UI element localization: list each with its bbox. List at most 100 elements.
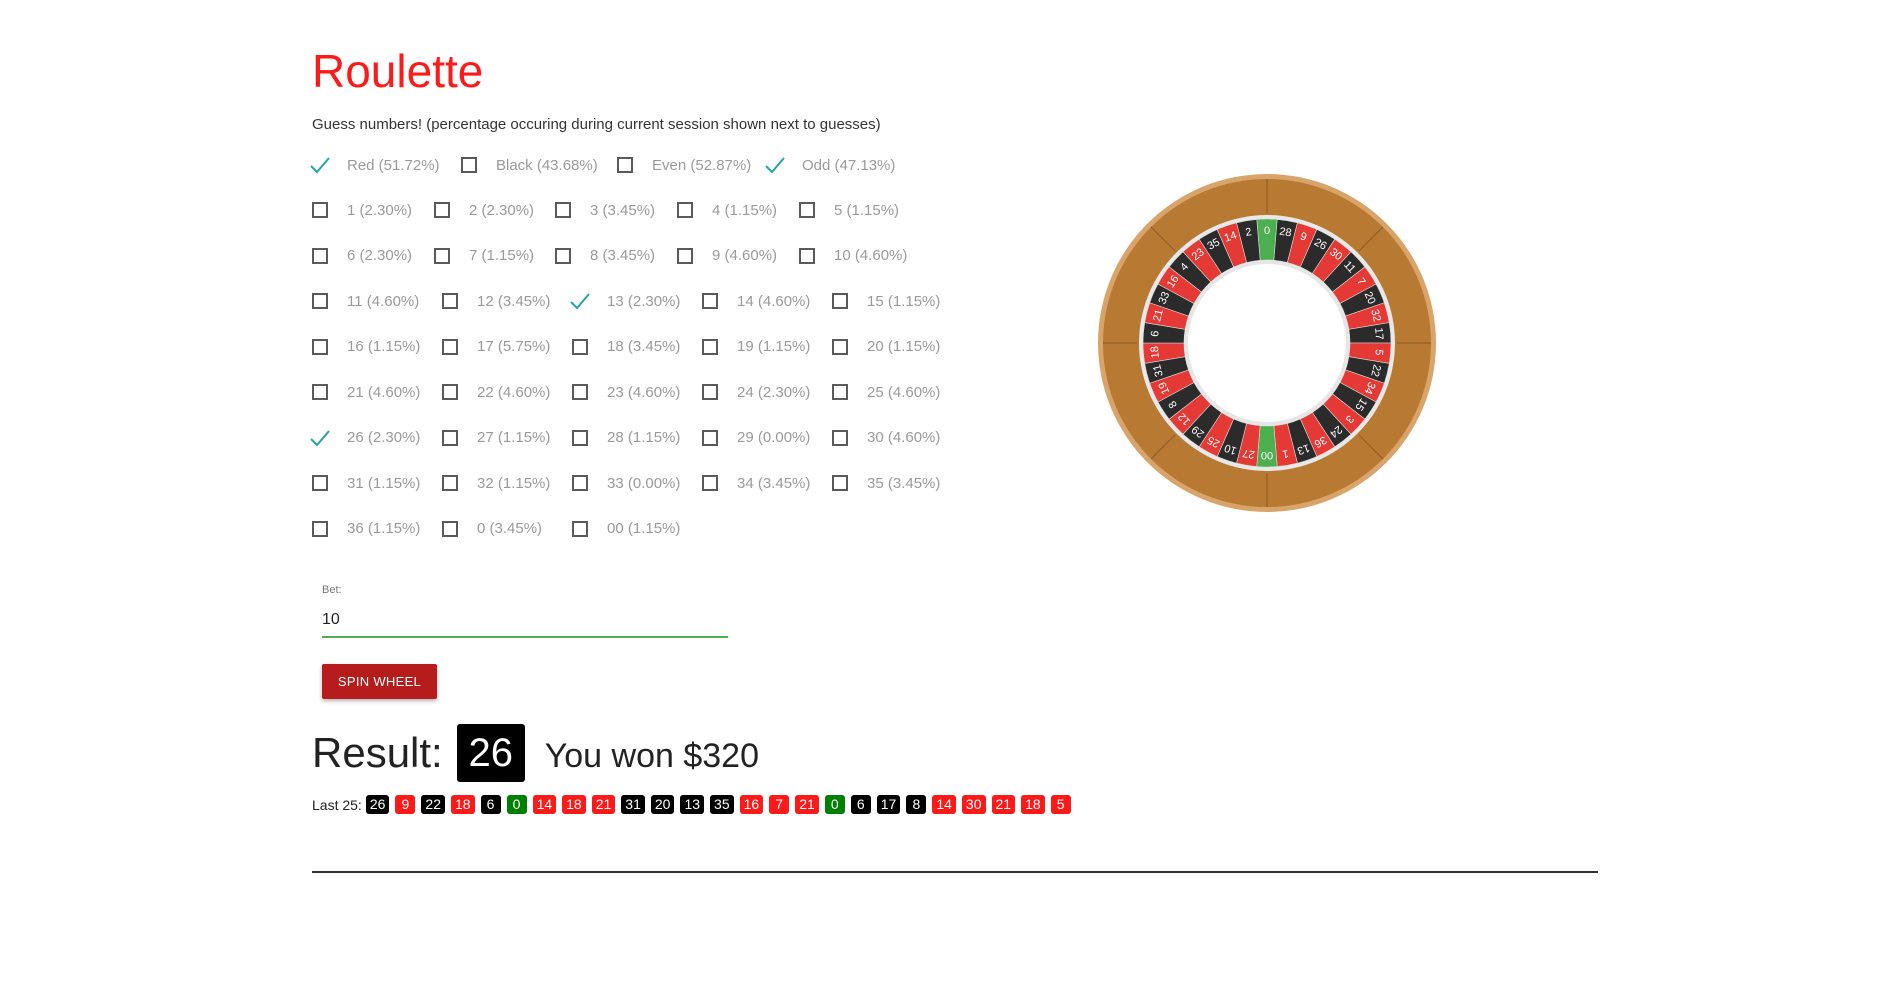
guess-label: 27 (1.15%) xyxy=(477,429,551,446)
checkbox[interactable] xyxy=(799,247,815,264)
bet-input[interactable] xyxy=(322,604,728,638)
checkbox[interactable] xyxy=(702,338,718,355)
checkbox[interactable] xyxy=(572,429,588,446)
guess-option[interactable]: 23 (4.60%) xyxy=(572,377,680,407)
checkmark-icon[interactable] xyxy=(764,155,786,175)
guess-option[interactable]: 27 (1.15%) xyxy=(442,423,550,453)
checkbox[interactable] xyxy=(442,429,458,446)
checkbox[interactable] xyxy=(702,384,718,400)
checkbox[interactable] xyxy=(442,475,458,491)
guess-option[interactable]: 8 (3.45%) xyxy=(555,241,655,271)
guess-option[interactable]: 31 (1.15%) xyxy=(312,468,420,498)
guess-option[interactable]: 30 (4.60%) xyxy=(832,423,940,453)
checkmark-icon[interactable] xyxy=(309,428,331,448)
guess-label: 5 (1.15%) xyxy=(834,201,900,219)
checkbox[interactable] xyxy=(434,247,450,264)
guess-option[interactable]: 6 (2.30%) xyxy=(312,241,412,271)
checkbox[interactable] xyxy=(442,338,458,355)
guess-option[interactable]: 11 (4.60%) xyxy=(312,286,419,316)
guess-option[interactable]: 10 (4.60%) xyxy=(799,241,907,271)
roulette-wheel: 0 28 9 263011720321752234153243613100271025… xyxy=(1098,174,1436,512)
guess-option[interactable]: Even (52.87%) xyxy=(617,150,751,180)
guess-label: 14 (4.60%) xyxy=(737,292,811,310)
checkbox[interactable] xyxy=(677,247,693,264)
checkbox[interactable] xyxy=(832,475,848,491)
guess-label: 20 (1.15%) xyxy=(867,338,941,355)
checkbox[interactable] xyxy=(832,384,848,400)
last-result-chip: 30 xyxy=(961,795,986,814)
checkbox[interactable] xyxy=(312,520,328,537)
guess-option[interactable]: 25 (4.60%) xyxy=(832,377,940,407)
guess-label: Black (43.68%) xyxy=(496,156,598,174)
wheel-pocket-number: 5 xyxy=(1372,349,1384,356)
guess-option[interactable]: 0 (3.45%) xyxy=(442,514,542,544)
guess-option[interactable]: 4 (1.15%) xyxy=(677,195,777,225)
guess-option[interactable]: 29 (0.00%) xyxy=(702,423,810,453)
checkbox[interactable] xyxy=(312,475,328,491)
guess-option[interactable]: 12 (3.45%) xyxy=(442,286,550,316)
last-result-chip: 16 xyxy=(739,795,764,814)
guess-option[interactable]: 24 (2.30%) xyxy=(702,377,810,407)
guess-option[interactable]: 28 (1.15%) xyxy=(572,423,680,453)
guess-option[interactable]: 19 (1.15%) xyxy=(702,332,810,362)
guess-option[interactable]: 3 (3.45%) xyxy=(555,195,655,225)
checkbox[interactable] xyxy=(572,520,588,537)
checkbox[interactable] xyxy=(832,293,848,309)
checkbox[interactable] xyxy=(572,384,588,400)
checkbox[interactable] xyxy=(617,157,633,173)
guess-label: 35 (3.45%) xyxy=(867,474,941,492)
guess-option[interactable]: 18 (3.45%) xyxy=(572,332,680,362)
guess-option[interactable]: 26 (2.30%) xyxy=(309,423,420,453)
guess-option[interactable]: 15 (1.15%) xyxy=(832,286,940,316)
checkbox[interactable] xyxy=(555,202,571,218)
guess-option[interactable]: 34 (3.45%) xyxy=(702,468,810,498)
checkbox[interactable] xyxy=(555,247,571,264)
guess-option[interactable]: 13 (2.30%) xyxy=(569,286,680,316)
guess-option[interactable]: 5 (1.15%) xyxy=(799,195,899,225)
checkbox[interactable] xyxy=(461,157,477,173)
guess-option[interactable]: 7 (1.15%) xyxy=(434,241,534,271)
last-result-chip: 26 xyxy=(365,795,390,814)
guess-label: 3 (3.45%) xyxy=(590,201,656,219)
guess-option[interactable]: 36 (1.15%) xyxy=(312,514,420,544)
guess-option[interactable]: 2 (2.30%) xyxy=(434,195,534,225)
checkbox[interactable] xyxy=(434,202,450,218)
guess-option[interactable]: 14 (4.60%) xyxy=(702,286,810,316)
checkbox[interactable] xyxy=(312,338,328,355)
guess-option[interactable]: 35 (3.45%) xyxy=(832,468,940,498)
checkmark-icon[interactable] xyxy=(309,155,331,175)
checkbox[interactable] xyxy=(677,202,693,218)
guess-option[interactable]: Red (51.72%) xyxy=(309,150,440,180)
checkbox[interactable] xyxy=(312,247,328,264)
guess-option[interactable]: 16 (1.15%) xyxy=(312,332,420,362)
checkbox[interactable] xyxy=(312,384,328,400)
guess-option[interactable]: 17 (5.75%) xyxy=(442,332,550,362)
checkbox[interactable] xyxy=(442,384,458,400)
checkbox[interactable] xyxy=(442,520,458,537)
guess-option[interactable]: 00 (1.15%) xyxy=(572,514,680,544)
guess-option[interactable]: 9 (4.60%) xyxy=(677,241,777,271)
checkbox[interactable] xyxy=(702,293,718,309)
checkbox[interactable] xyxy=(312,293,328,309)
checkbox[interactable] xyxy=(572,338,588,355)
checkbox[interactable] xyxy=(442,293,458,309)
spin-wheel-button[interactable]: SPIN WHEEL xyxy=(322,664,437,699)
guess-option[interactable]: 21 (4.60%) xyxy=(312,377,420,407)
checkbox[interactable] xyxy=(799,202,815,218)
checkbox[interactable] xyxy=(832,338,848,355)
checkbox[interactable] xyxy=(312,202,328,218)
guess-option[interactable]: Odd (47.13%) xyxy=(764,150,895,180)
guess-option[interactable]: 32 (1.15%) xyxy=(442,468,550,498)
guess-option[interactable]: 20 (1.15%) xyxy=(832,332,940,362)
guess-label: 11 (4.60%) xyxy=(347,292,420,310)
guess-option[interactable]: 1 (2.30%) xyxy=(312,195,412,225)
guess-option[interactable]: 22 (4.60%) xyxy=(442,377,550,407)
checkbox[interactable] xyxy=(832,429,848,446)
guess-option[interactable]: Black (43.68%) xyxy=(461,150,598,180)
checkbox[interactable] xyxy=(572,475,588,491)
checkbox[interactable] xyxy=(702,475,718,491)
checkbox[interactable] xyxy=(702,429,718,446)
guess-label: 15 (1.15%) xyxy=(867,292,941,310)
checkmark-icon[interactable] xyxy=(569,291,591,311)
guess-option[interactable]: 33 (0.00%) xyxy=(572,468,680,498)
